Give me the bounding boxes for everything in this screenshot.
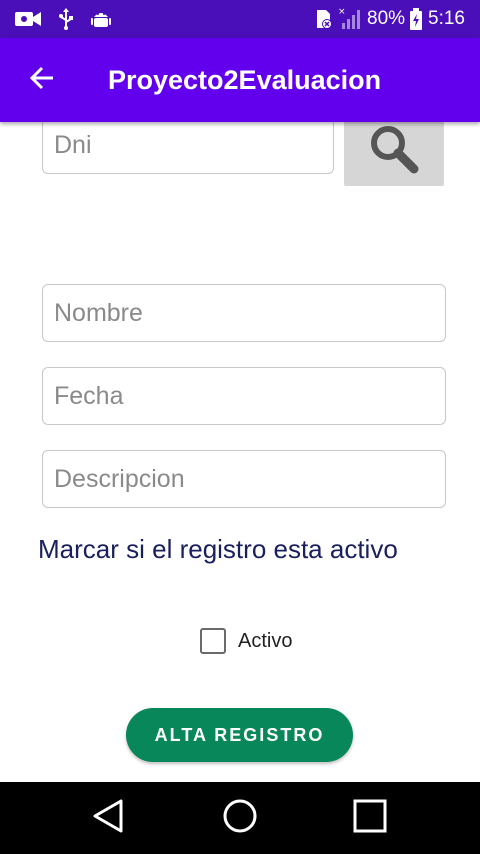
recents-square-icon (353, 799, 387, 838)
signal-icon: × (338, 0, 362, 38)
home-circle-icon (222, 798, 258, 839)
fecha-field[interactable] (42, 367, 446, 425)
svg-text:×: × (338, 7, 346, 17)
nav-back-button[interactable] (86, 796, 130, 840)
android-debug-icon (90, 0, 112, 38)
navigation-bar (0, 782, 480, 854)
checkbox-label: Activo (238, 629, 293, 652)
nombre-field[interactable] (42, 284, 446, 342)
checkbox-box[interactable] (200, 628, 226, 654)
activo-checkbox[interactable]: Activo (200, 626, 292, 656)
clock: 5:16 (428, 8, 465, 29)
nav-recents-button[interactable] (348, 796, 392, 840)
app-bar: Proyecto2Evaluacion (0, 38, 480, 122)
form-content[interactable]: Marcar si el registro esta activo Activo… (0, 122, 480, 782)
battery-icon (409, 0, 423, 38)
descripcion-field[interactable] (42, 450, 446, 508)
arrow-back-icon (29, 65, 55, 96)
search-icon (366, 123, 422, 180)
dni-field[interactable] (42, 122, 334, 174)
fecha-input[interactable] (54, 368, 445, 424)
status-bar: × 80% 5:16 (0, 0, 480, 38)
usb-icon (58, 0, 74, 38)
alta-registro-button[interactable]: ALTA REGISTRO (126, 708, 353, 762)
nombre-input[interactable] (54, 285, 445, 341)
back-triangle-icon (91, 798, 125, 839)
video-call-icon (14, 0, 42, 38)
nav-home-button[interactable] (218, 796, 262, 840)
back-button[interactable] (18, 56, 66, 104)
dni-input[interactable] (54, 122, 333, 173)
sim-card-icon (314, 0, 334, 38)
app-title: Proyecto2Evaluacion (108, 65, 382, 95)
descripcion-input[interactable] (54, 451, 445, 507)
battery-percentage: 80% (367, 8, 406, 29)
search-button[interactable] (344, 122, 444, 186)
instruction-text: Marcar si el registro esta activo (38, 534, 398, 564)
